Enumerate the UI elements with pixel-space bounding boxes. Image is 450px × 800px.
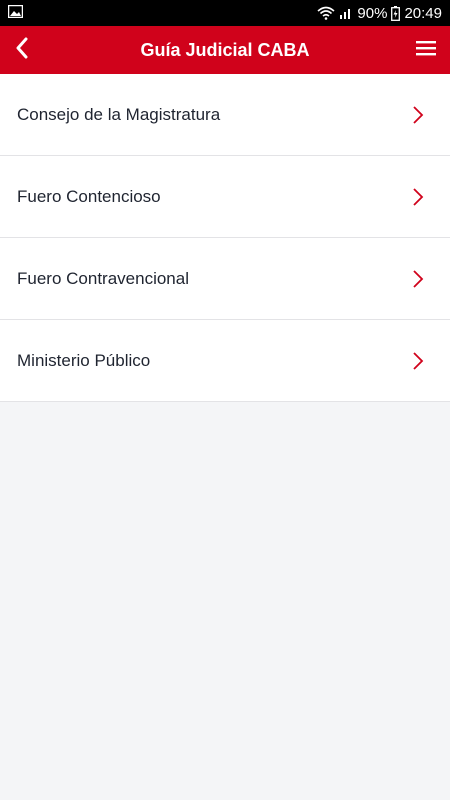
- chevron-right-icon: [412, 187, 424, 207]
- chevron-right-icon: [412, 105, 424, 125]
- menu-button[interactable]: [410, 34, 442, 66]
- battery-icon: [391, 5, 401, 21]
- list-item-fuero-contencioso[interactable]: Fuero Contencioso: [0, 156, 450, 238]
- back-button[interactable]: [6, 34, 38, 66]
- list-item-label: Consejo de la Magistratura: [17, 104, 221, 124]
- list-item-label: Ministerio Público: [17, 350, 151, 370]
- image-icon: [7, 4, 24, 22]
- battery-percent: 90%: [357, 4, 388, 22]
- chevron-right-icon: [412, 351, 424, 371]
- list-item-fuero-contravencional[interactable]: Fuero Contravencional: [0, 238, 450, 320]
- app-bar: Guía Judicial CABA: [0, 26, 450, 74]
- status-time: 20:49: [404, 4, 442, 22]
- status-left: [7, 4, 24, 22]
- chevron-left-icon: [14, 37, 30, 64]
- hamburger-menu-icon: [415, 39, 437, 62]
- wifi-icon: [317, 6, 335, 20]
- status-right: 90% 20:49: [317, 5, 442, 22]
- list-item-label: Fuero Contencioso: [17, 186, 161, 206]
- status-bar: 90% 20:49: [0, 0, 450, 26]
- signal-icon: [339, 6, 353, 20]
- list-item-consejo-magistratura[interactable]: Consejo de la Magistratura: [0, 74, 450, 156]
- list-item-ministerio-publico[interactable]: Ministerio Público: [0, 320, 450, 402]
- chevron-right-icon: [412, 269, 424, 289]
- page-title: Guía Judicial CABA: [140, 39, 310, 60]
- list-item-label: Fuero Contravencional: [17, 268, 189, 288]
- organization-list: Consejo de la Magistratura Fuero Contenc…: [0, 74, 450, 402]
